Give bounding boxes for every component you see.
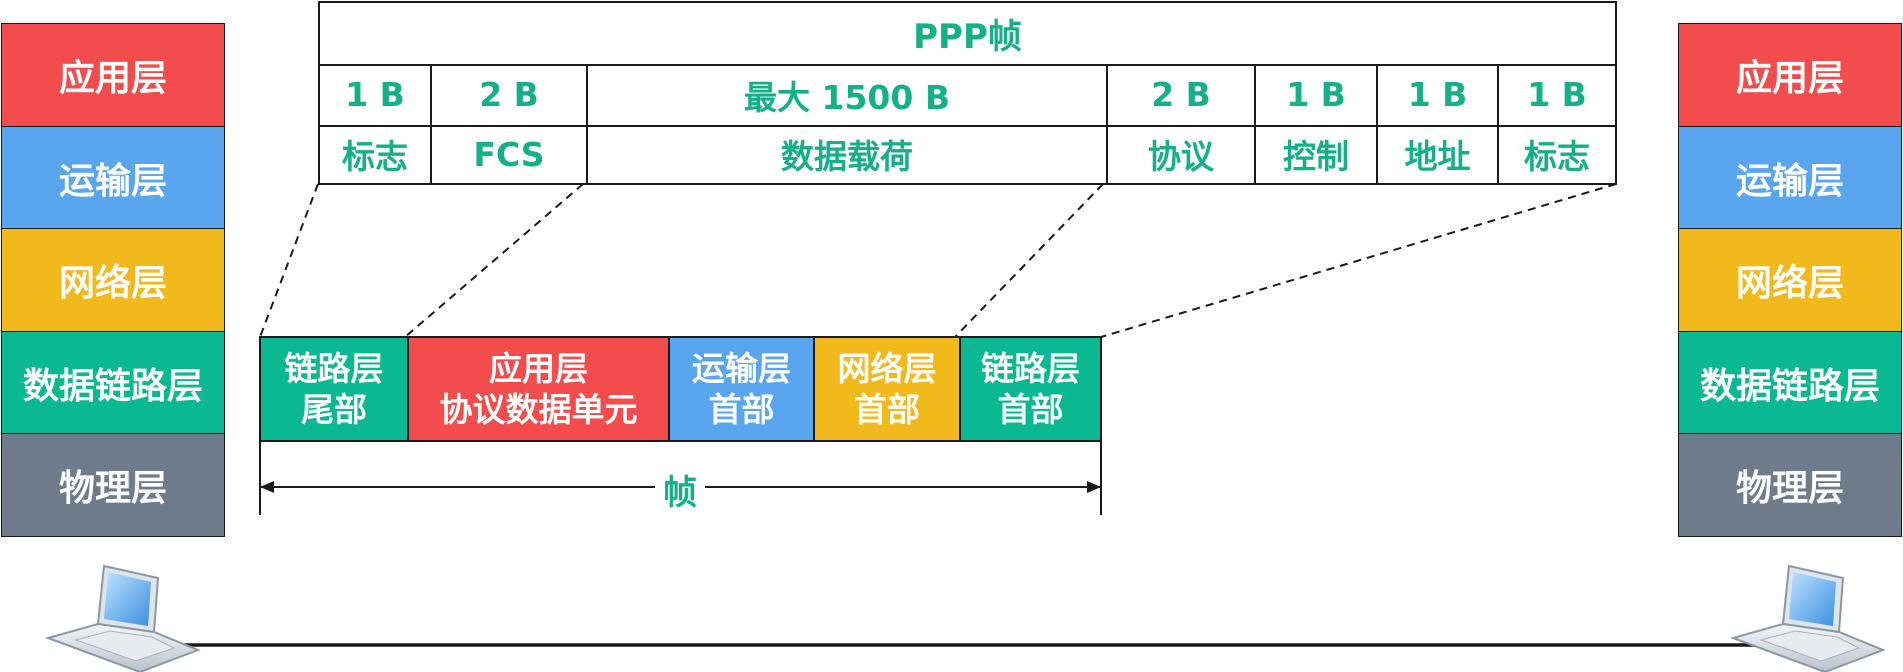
- mapping-dashed-lines: [259, 183, 1617, 338]
- dashed-line-payload-start: [404, 183, 584, 338]
- dashed-line-payload-end: [954, 183, 1104, 338]
- frame-span-label: 帧: [655, 465, 705, 514]
- laptop-icon: [1729, 564, 1886, 672]
- dashed-line-left: [259, 183, 319, 338]
- dashed-line-right: [1100, 183, 1617, 338]
- laptop-icon: [44, 564, 201, 672]
- diagram-overlay: [44, 183, 1886, 672]
